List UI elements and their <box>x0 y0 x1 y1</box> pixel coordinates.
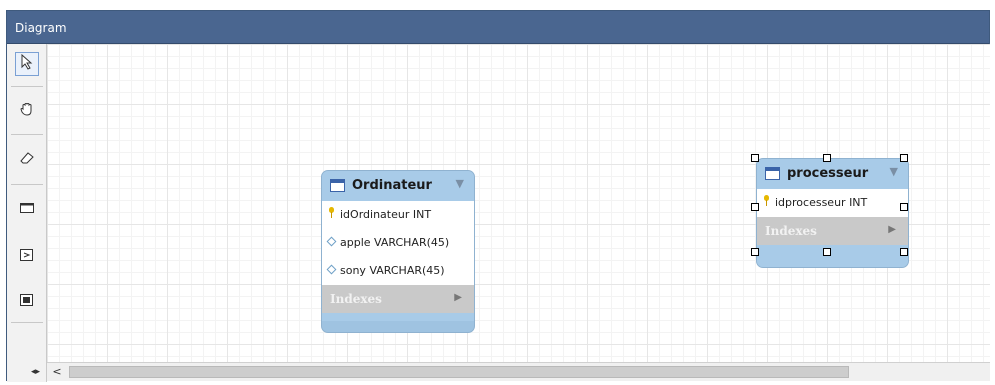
column-diamond-icon <box>326 264 337 275</box>
column-text: apple VARCHAR(45) <box>340 236 450 249</box>
table-icon <box>765 167 780 180</box>
title-bar: Diagram <box>7 11 989 44</box>
resize-handle[interactable] <box>751 203 759 211</box>
indexes-section[interactable]: Indexes ▶ <box>757 217 908 245</box>
expand-arrow-icon: ▶ <box>888 224 896 235</box>
window-title: Diagram <box>15 21 67 35</box>
table-footer <box>322 313 474 321</box>
primary-key-icon <box>764 195 769 207</box>
scroll-left-button[interactable]: < <box>49 365 65 379</box>
scroll-thumb[interactable] <box>69 366 849 378</box>
collapse-arrow-icon[interactable]: ▼ <box>890 165 898 178</box>
eraser-icon <box>19 150 35 169</box>
indexes-section[interactable]: Indexes ▶ <box>322 285 474 313</box>
column-row[interactable]: idOrdinateur INT <box>322 201 474 229</box>
tool-palette <box>7 44 47 382</box>
text-tool-button[interactable] <box>15 244 39 268</box>
column-text: idprocesseur INT <box>775 196 868 209</box>
layer-tool-button[interactable] <box>15 197 39 221</box>
column-diamond-icon <box>326 236 337 247</box>
table-name: processeur <box>787 166 869 181</box>
table-processeur[interactable]: processeur ▼ idprocesseur INT Indexes ▶ <box>756 158 909 268</box>
column-row[interactable]: apple VARCHAR(45) <box>322 229 474 257</box>
resize-handle[interactable] <box>751 248 759 256</box>
resize-handle[interactable] <box>751 154 759 162</box>
collapse-arrow-icon[interactable]: ▼ <box>456 177 464 190</box>
toolbar-separator <box>11 322 43 323</box>
eraser-tool-button[interactable] <box>15 147 39 171</box>
pointer-tool-button[interactable] <box>15 52 39 76</box>
table-header[interactable]: Ordinateur ▼ <box>322 171 474 201</box>
column-row[interactable]: idprocesseur INT <box>757 189 908 217</box>
hand-tool-button[interactable] <box>15 99 39 123</box>
text-icon <box>19 247 35 266</box>
resize-handle[interactable] <box>823 154 831 162</box>
hand-icon <box>19 101 35 121</box>
table-icon <box>330 179 345 192</box>
layer-icon <box>19 200 35 219</box>
resize-handle[interactable] <box>823 248 831 256</box>
resize-handle[interactable] <box>900 154 908 162</box>
pointer-icon <box>20 53 34 74</box>
column-text: sony VARCHAR(45) <box>340 264 445 277</box>
expand-arrow-icon: ▶ <box>454 292 462 303</box>
table-header[interactable]: processeur ▼ <box>757 159 908 189</box>
column-row[interactable]: sony VARCHAR(45) <box>322 257 474 285</box>
table-footer <box>757 245 908 267</box>
diagram-canvas[interactable]: Ordinateur ▼ idOrdinateur INT apple VARC… <box>47 44 990 362</box>
toolbar-separator <box>11 86 43 87</box>
diagram-window: Diagram Ordinateur ▼ idOrdinateur INT ap… <box>6 10 990 382</box>
image-tool-button[interactable] <box>15 289 39 313</box>
resize-handle[interactable] <box>900 248 908 256</box>
indexes-label: Indexes <box>765 224 817 238</box>
horizontal-scrollbar[interactable]: < <box>47 362 990 381</box>
image-icon <box>19 292 35 311</box>
toolbar-separator <box>11 134 43 135</box>
primary-key-icon <box>329 207 334 219</box>
toolbar-separator <box>11 184 43 185</box>
column-text: idOrdinateur INT <box>340 208 432 221</box>
table-name: Ordinateur <box>352 178 432 193</box>
zoom-corner-icon[interactable]: ◂▸ <box>31 367 40 377</box>
table-ordinateur[interactable]: Ordinateur ▼ idOrdinateur INT apple VARC… <box>321 170 475 333</box>
indexes-label: Indexes <box>330 292 382 306</box>
resize-handle[interactable] <box>900 203 908 211</box>
